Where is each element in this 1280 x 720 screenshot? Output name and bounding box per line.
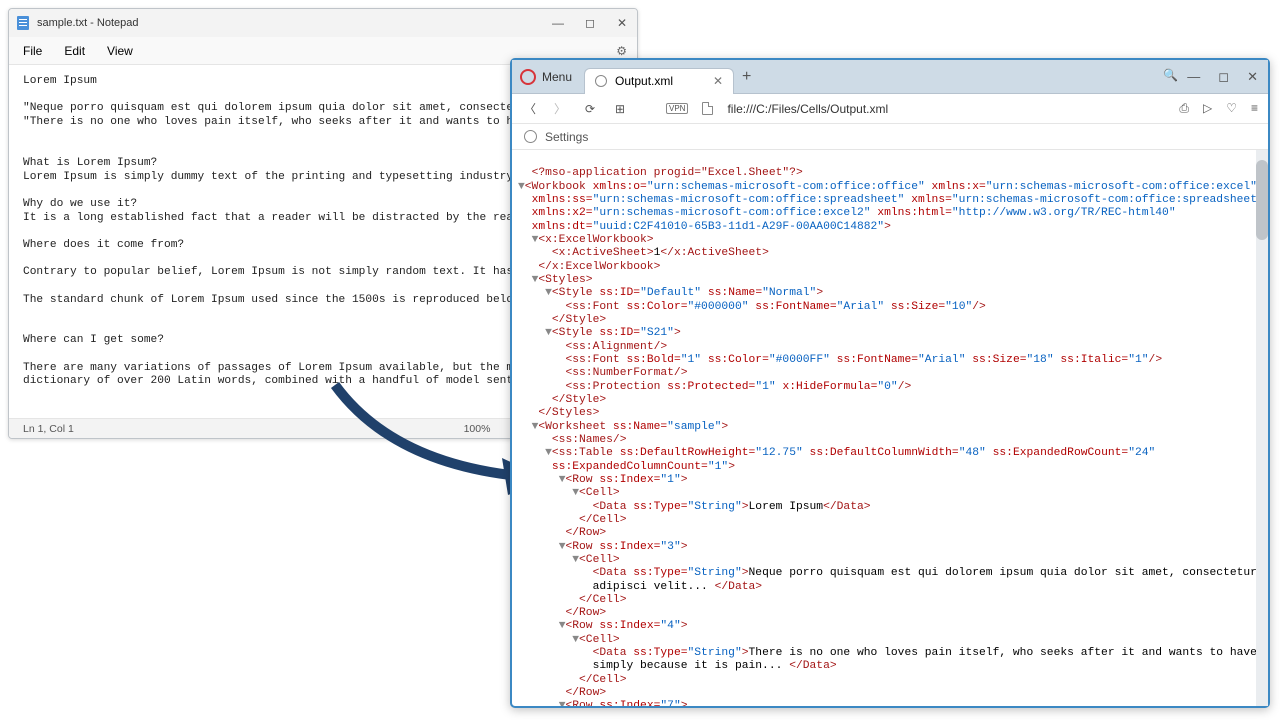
- scrollbar-thumb[interactable]: [1256, 160, 1268, 240]
- maximize-icon[interactable]: ◻: [583, 16, 597, 30]
- status-zoom: 100%: [447, 423, 507, 435]
- forward-icon[interactable]: 〉: [552, 100, 568, 117]
- tab-close-icon[interactable]: ✕: [713, 74, 723, 88]
- xml-viewer[interactable]: <?mso-application progid="Excel.Sheet"?>…: [512, 150, 1268, 706]
- opera-tabbar: Menu Output.xml ✕ + 🔍 — ◻ ✕: [512, 60, 1268, 94]
- send-icon[interactable]: ▷: [1203, 101, 1212, 116]
- gear-icon: [524, 130, 537, 143]
- notepad-title: sample.txt - Notepad: [37, 17, 139, 29]
- maximize-icon[interactable]: ◻: [1218, 69, 1229, 85]
- globe-icon: [595, 75, 607, 87]
- reload-icon[interactable]: ⟳: [582, 102, 598, 116]
- vpn-badge[interactable]: VPN: [666, 103, 688, 114]
- opera-window: Menu Output.xml ✕ + 🔍 — ◻ ✕ 〈 〉 ⟳ ⊞ VPN …: [510, 58, 1270, 708]
- address-bar[interactable]: file:///C:/Files/Cells/Output.xml: [727, 102, 1165, 116]
- settings-icon[interactable]: ⚙: [616, 44, 627, 58]
- page-settings-bar[interactable]: Settings: [512, 124, 1268, 150]
- easy-setup-icon[interactable]: ≡: [1251, 101, 1258, 116]
- close-icon[interactable]: ✕: [615, 16, 629, 30]
- notepad-titlebar[interactable]: sample.txt - Notepad — ◻ ✕: [9, 9, 637, 37]
- opera-toolbar: 〈 〉 ⟳ ⊞ VPN file:///C:/Files/Cells/Outpu…: [512, 94, 1268, 124]
- snapshot-icon[interactable]: ⎙: [1179, 101, 1189, 116]
- opera-menu-button[interactable]: Menu: [542, 70, 572, 84]
- opera-logo-icon[interactable]: [520, 69, 536, 85]
- minimize-icon[interactable]: —: [1187, 69, 1200, 85]
- heart-icon[interactable]: ♡: [1226, 101, 1237, 116]
- tab-label: Output.xml: [615, 74, 673, 88]
- back-icon[interactable]: 〈: [522, 100, 538, 117]
- new-tab-button[interactable]: +: [742, 68, 751, 86]
- page-icon: [702, 102, 713, 115]
- search-icon[interactable]: 🔍: [1163, 68, 1178, 82]
- browser-tab[interactable]: Output.xml ✕: [584, 68, 734, 94]
- notepad-app-icon: [17, 16, 29, 30]
- menu-edit[interactable]: Edit: [64, 44, 85, 58]
- scrollbar[interactable]: [1256, 150, 1268, 706]
- menu-file[interactable]: File: [23, 44, 42, 58]
- minimize-icon[interactable]: —: [551, 16, 565, 30]
- speed-dial-icon[interactable]: ⊞: [612, 102, 628, 116]
- menu-view[interactable]: View: [107, 44, 133, 58]
- status-cursor: Ln 1, Col 1: [9, 423, 447, 435]
- close-icon[interactable]: ✕: [1247, 69, 1258, 85]
- settings-label: Settings: [545, 130, 588, 144]
